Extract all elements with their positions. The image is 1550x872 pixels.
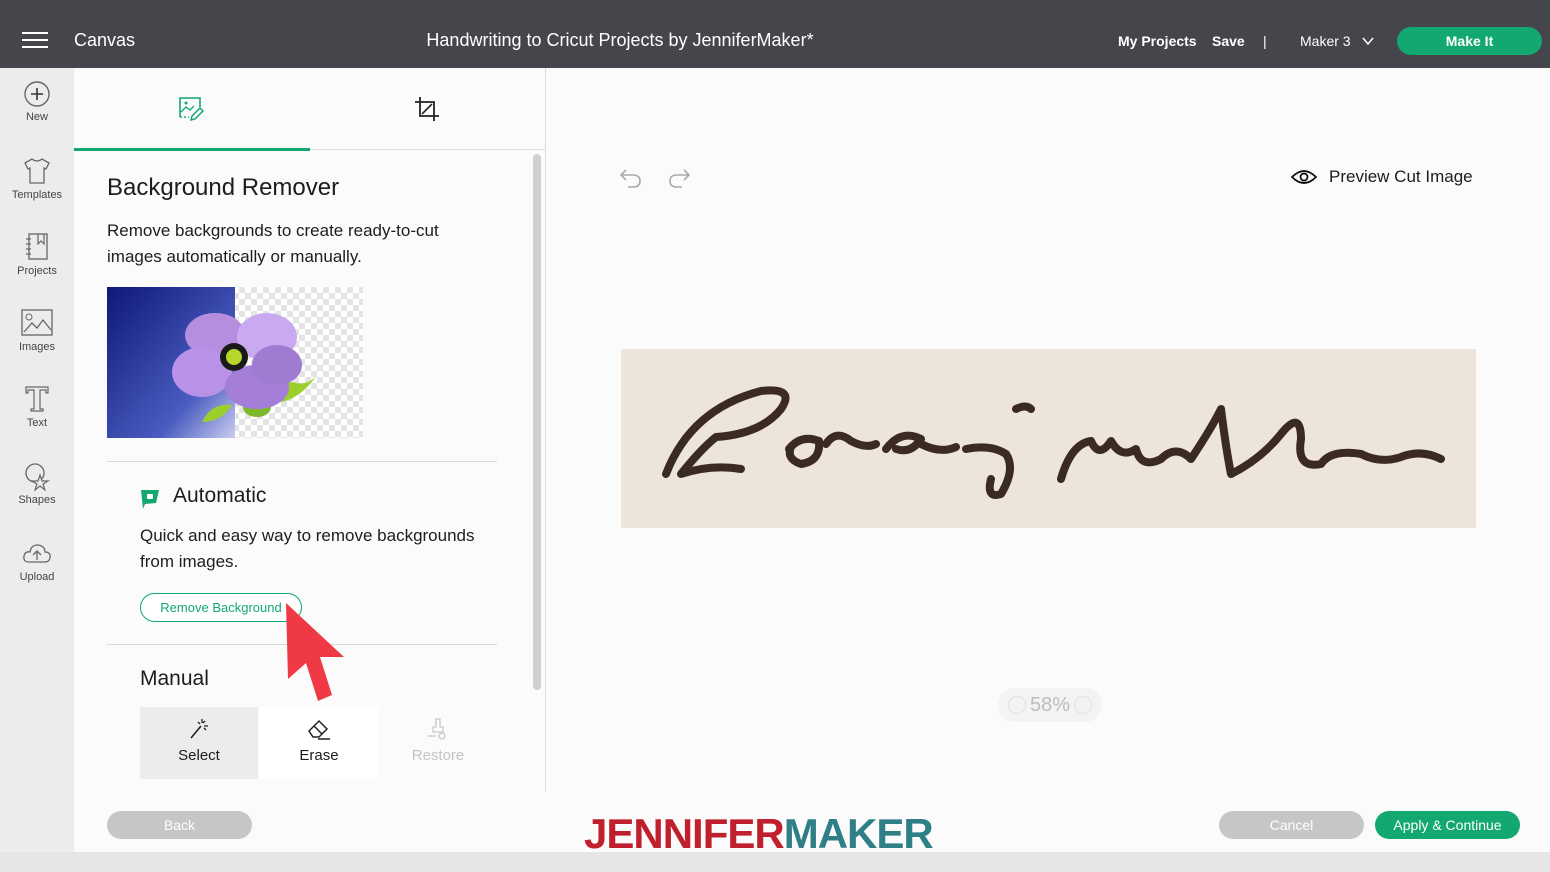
sidebar-item-images[interactable]: Images xyxy=(0,308,74,353)
background-remover-panel: Background Remover Remove backgrounds to… xyxy=(74,68,546,792)
restore-tool-button[interactable]: Restore xyxy=(379,707,497,779)
example-flower-image xyxy=(107,287,363,438)
cancel-button[interactable]: Cancel xyxy=(1219,811,1364,839)
canvas-area[interactable]: Preview Cut Image 58% xyxy=(546,68,1550,792)
panel-tabs xyxy=(74,68,546,151)
shapes-icon xyxy=(25,463,51,491)
make-it-button[interactable]: Make It xyxy=(1397,27,1542,55)
cloud-upload-icon xyxy=(23,544,51,563)
tool-label: Erase xyxy=(299,747,339,764)
sidebar-label: New xyxy=(25,111,48,123)
remove-background-button[interactable]: Remove Background xyxy=(140,593,302,622)
tool-label: Select xyxy=(178,747,220,764)
restore-brush-icon xyxy=(428,718,446,740)
text-t-icon xyxy=(25,386,49,412)
image-edit-icon xyxy=(179,97,205,122)
eye-icon xyxy=(1291,170,1317,184)
select-tool-button[interactable]: Select xyxy=(140,707,258,779)
my-projects-link[interactable]: My Projects xyxy=(1118,33,1197,49)
top-bar: Canvas Handwriting to Cricut Projects by… xyxy=(0,0,1550,68)
section-divider xyxy=(107,461,497,462)
left-sidebar: New Templates Projects Images Text Shape… xyxy=(0,68,74,872)
sidebar-item-shapes[interactable]: Shapes xyxy=(0,461,74,506)
sidebar-label: Images xyxy=(18,341,56,353)
watermark-part-1: JENNIFER xyxy=(584,810,785,857)
tab-crop[interactable] xyxy=(310,68,546,150)
sidebar-label: Projects xyxy=(17,265,57,277)
document-title: Handwriting to Cricut Projects by Jennif… xyxy=(426,30,814,50)
jennifermaker-watermark: JENNIFERMAKER xyxy=(584,810,934,858)
notebook-icon xyxy=(26,233,48,260)
separator: | xyxy=(1263,33,1267,49)
automatic-description: Quick and easy way to remove backgrounds… xyxy=(140,526,475,571)
machine-select[interactable]: Maker 3 xyxy=(1300,33,1351,49)
sidebar-item-upload[interactable]: Upload xyxy=(0,540,74,583)
apply-continue-button[interactable]: Apply & Continue xyxy=(1375,811,1520,839)
undo-icon[interactable] xyxy=(618,166,644,192)
erase-tool-button[interactable]: Erase xyxy=(260,707,378,779)
back-button[interactable]: Back xyxy=(107,811,252,839)
sidebar-label: Upload xyxy=(19,571,55,583)
automatic-icon xyxy=(141,490,159,509)
sidebar-item-new[interactable]: New xyxy=(0,80,74,123)
zoom-out-button[interactable] xyxy=(1007,696,1026,714)
section-divider xyxy=(107,644,497,645)
save-link[interactable]: Save xyxy=(1212,33,1245,49)
image-icon xyxy=(21,309,53,336)
chevron-down-icon[interactable] xyxy=(1362,35,1374,47)
panel-title: Background Remover xyxy=(107,174,340,201)
automatic-title: Automatic xyxy=(173,484,267,507)
panel-scrollbar[interactable] xyxy=(533,154,541,690)
sidebar-item-text[interactable]: Text xyxy=(0,384,74,429)
redo-icon[interactable] xyxy=(666,166,692,192)
watermark-part-2: MAKER xyxy=(783,810,934,857)
magic-wand-icon xyxy=(190,719,208,739)
preview-cut-image-button[interactable]: Preview Cut Image xyxy=(1291,167,1473,187)
sidebar-label: Text xyxy=(26,417,48,429)
manual-title: Manual xyxy=(140,667,209,690)
tshirt-icon xyxy=(24,158,50,184)
panel-description: Remove backgrounds to create ready-to-cu… xyxy=(107,221,439,266)
zoom-in-button[interactable] xyxy=(1074,696,1093,714)
tab-background-remover[interactable] xyxy=(74,68,310,151)
handwriting-image[interactable] xyxy=(621,349,1476,528)
eraser-icon xyxy=(308,719,330,740)
crop-icon xyxy=(415,97,439,121)
preview-label: Preview Cut Image xyxy=(1329,167,1473,186)
sidebar-label: Templates xyxy=(11,189,63,201)
sidebar-item-templates[interactable]: Templates xyxy=(0,156,74,201)
sidebar-item-projects[interactable]: Projects xyxy=(0,232,74,277)
plus-circle-icon xyxy=(24,81,50,107)
zoom-level: 58% xyxy=(1029,693,1071,716)
tool-label: Restore xyxy=(411,747,465,764)
zoom-control: 58% xyxy=(998,688,1102,722)
sidebar-label: Shapes xyxy=(18,494,56,506)
